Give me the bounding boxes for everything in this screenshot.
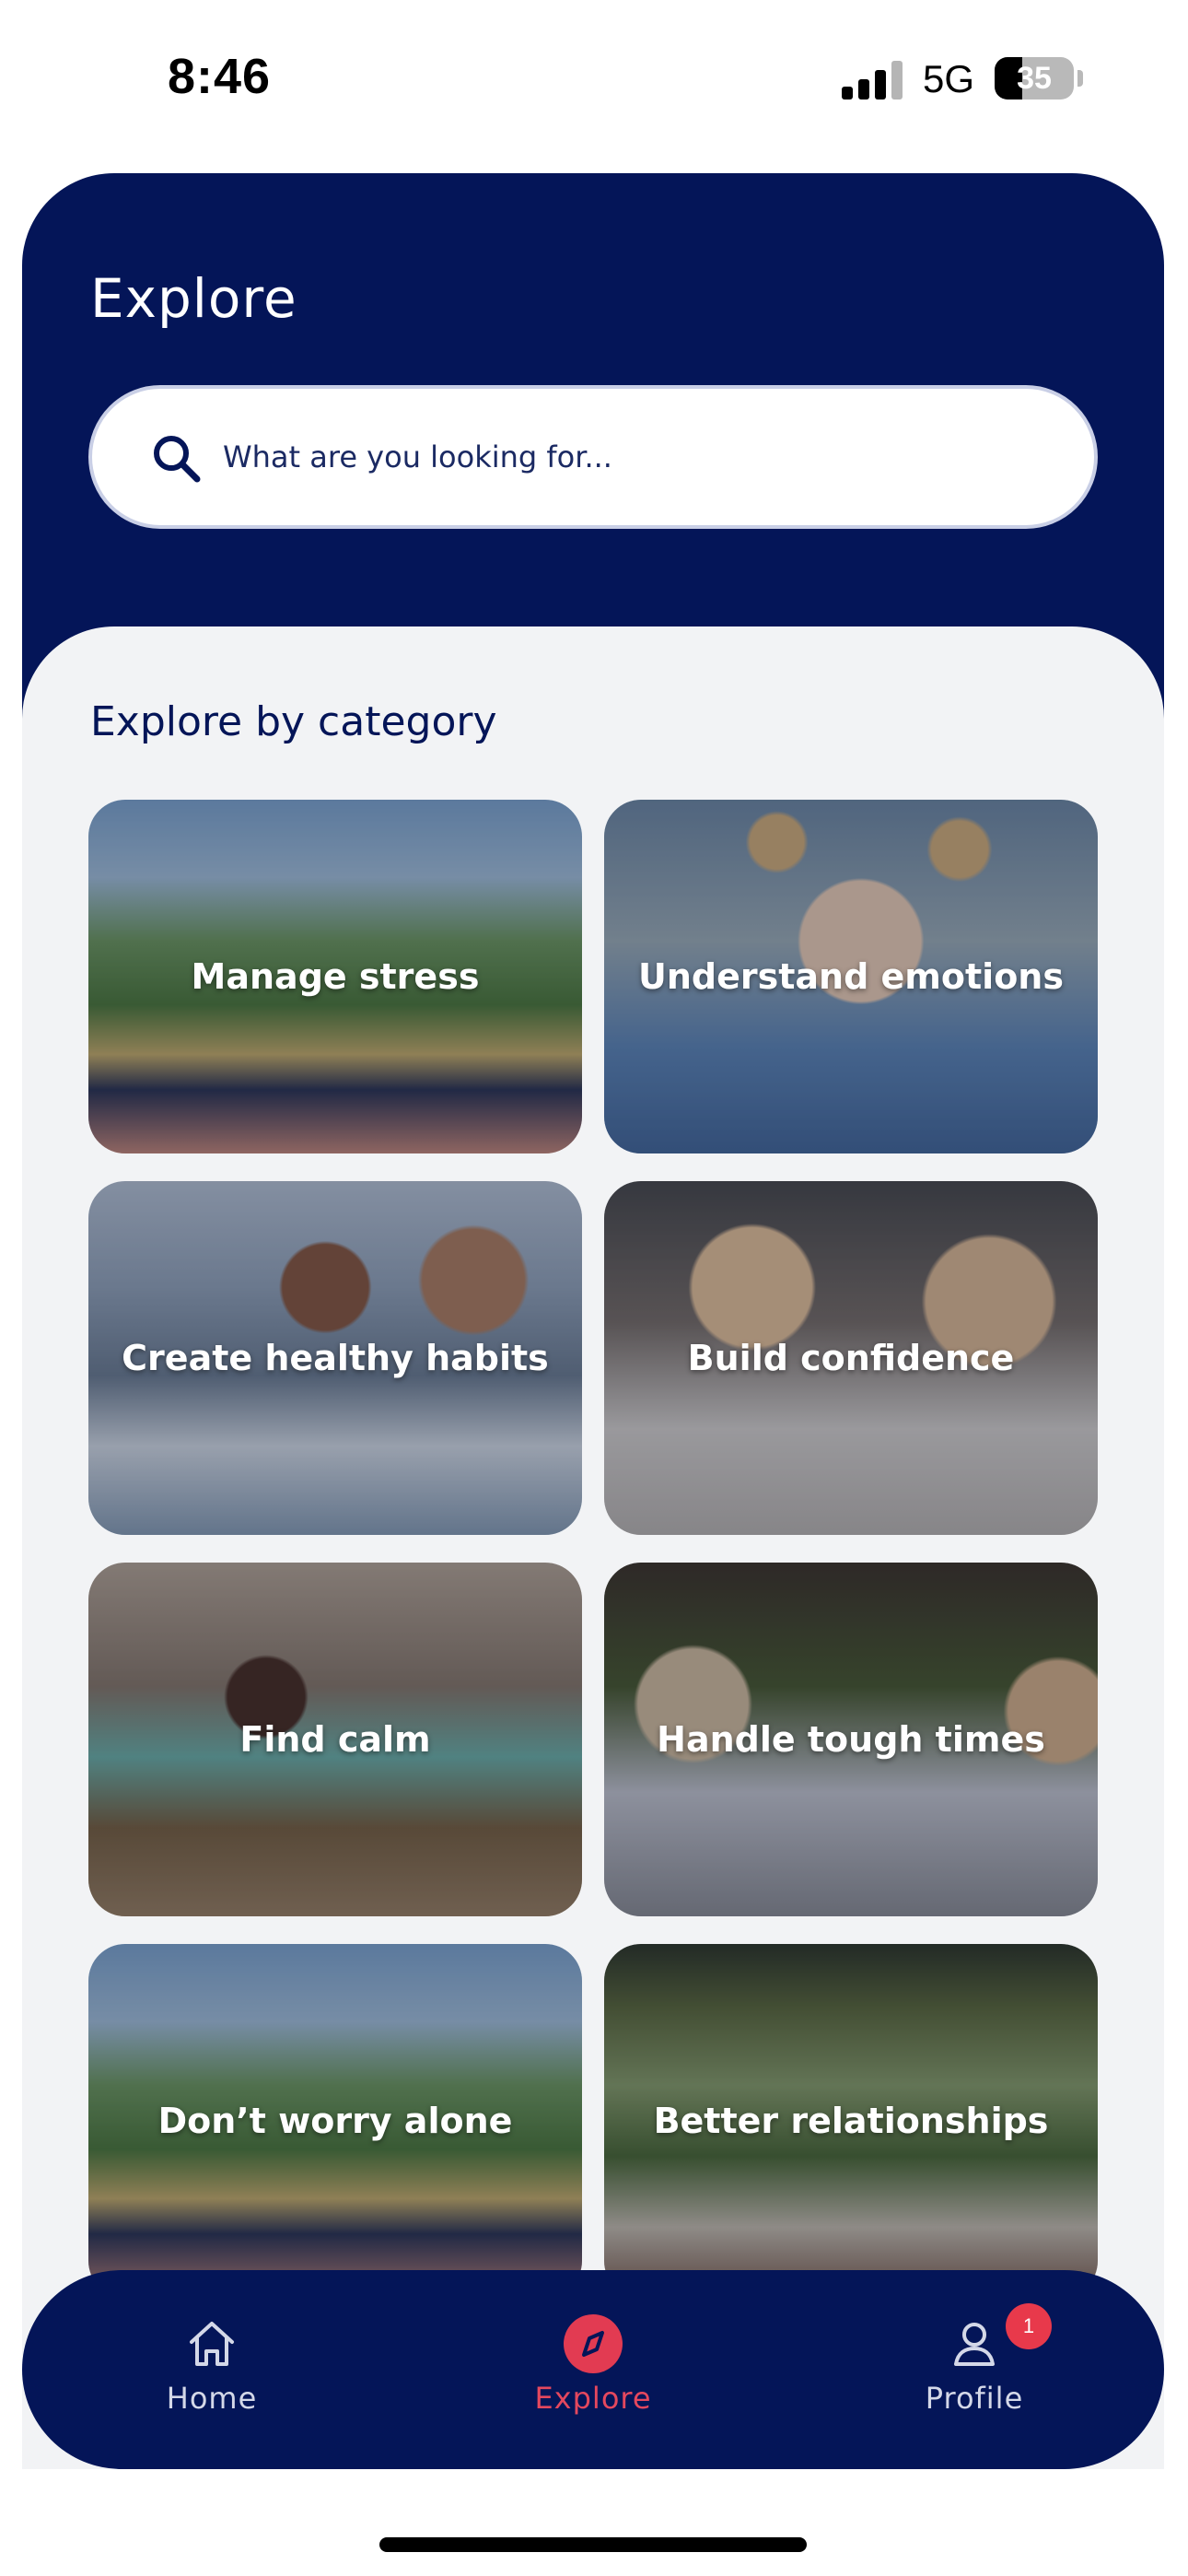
- search-input[interactable]: [223, 389, 1052, 525]
- signal-icon: [842, 61, 903, 100]
- category-label: Find calm: [239, 1719, 431, 1760]
- category-card-better-relationships[interactable]: Better relationships: [604, 1944, 1098, 2298]
- section-title: Explore by category: [90, 698, 497, 745]
- category-card-find-calm[interactable]: Find calm: [88, 1563, 582, 1916]
- home-indicator: [379, 2537, 807, 2552]
- nav-explore-label: Explore: [534, 2381, 652, 2416]
- battery-nub: [1077, 70, 1083, 87]
- category-card-manage-stress[interactable]: Manage stress: [88, 800, 582, 1153]
- category-label: Handle tough times: [657, 1719, 1045, 1760]
- category-label: Manage stress: [191, 956, 480, 997]
- nav-profile-label: Profile: [925, 2381, 1024, 2416]
- category-label: Don’t worry alone: [157, 2101, 513, 2141]
- user-icon: [954, 2323, 995, 2366]
- category-card-understand-emotions[interactable]: Understand emotions: [604, 800, 1098, 1153]
- status-time: 8:46: [168, 49, 272, 104]
- category-card-build-confidence[interactable]: Build confidence: [604, 1181, 1098, 1535]
- category-label: Understand emotions: [638, 956, 1064, 997]
- battery-icon: 35: [995, 57, 1074, 100]
- nav-explore[interactable]: Explore: [483, 2303, 704, 2441]
- status-bar: 8:46 5G 35: [0, 0, 1188, 157]
- search-bar[interactable]: [88, 385, 1098, 529]
- nav-home-label: Home: [166, 2381, 258, 2416]
- category-label: Build confidence: [687, 1338, 1015, 1378]
- battery-percent: 35: [1017, 61, 1052, 96]
- compass-icon: [582, 2331, 604, 2357]
- nav-profile[interactable]: 1 Profile: [864, 2303, 1085, 2441]
- page-title: Explore: [90, 267, 297, 330]
- notification-badge: 1: [1006, 2303, 1052, 2349]
- category-label: Better relationships: [653, 2101, 1049, 2141]
- home-icon: [190, 2322, 234, 2366]
- category-card-handle-tough-times[interactable]: Handle tough times: [604, 1563, 1098, 1916]
- search-icon: [154, 436, 201, 483]
- category-card-dont-worry-alone[interactable]: Don’t worry alone: [88, 1944, 582, 2298]
- network-label: 5G: [923, 57, 975, 100]
- nav-home[interactable]: Home: [101, 2303, 322, 2441]
- category-card-create-healthy-habits[interactable]: Create healthy habits: [88, 1181, 582, 1535]
- category-label: Create healthy habits: [122, 1338, 549, 1378]
